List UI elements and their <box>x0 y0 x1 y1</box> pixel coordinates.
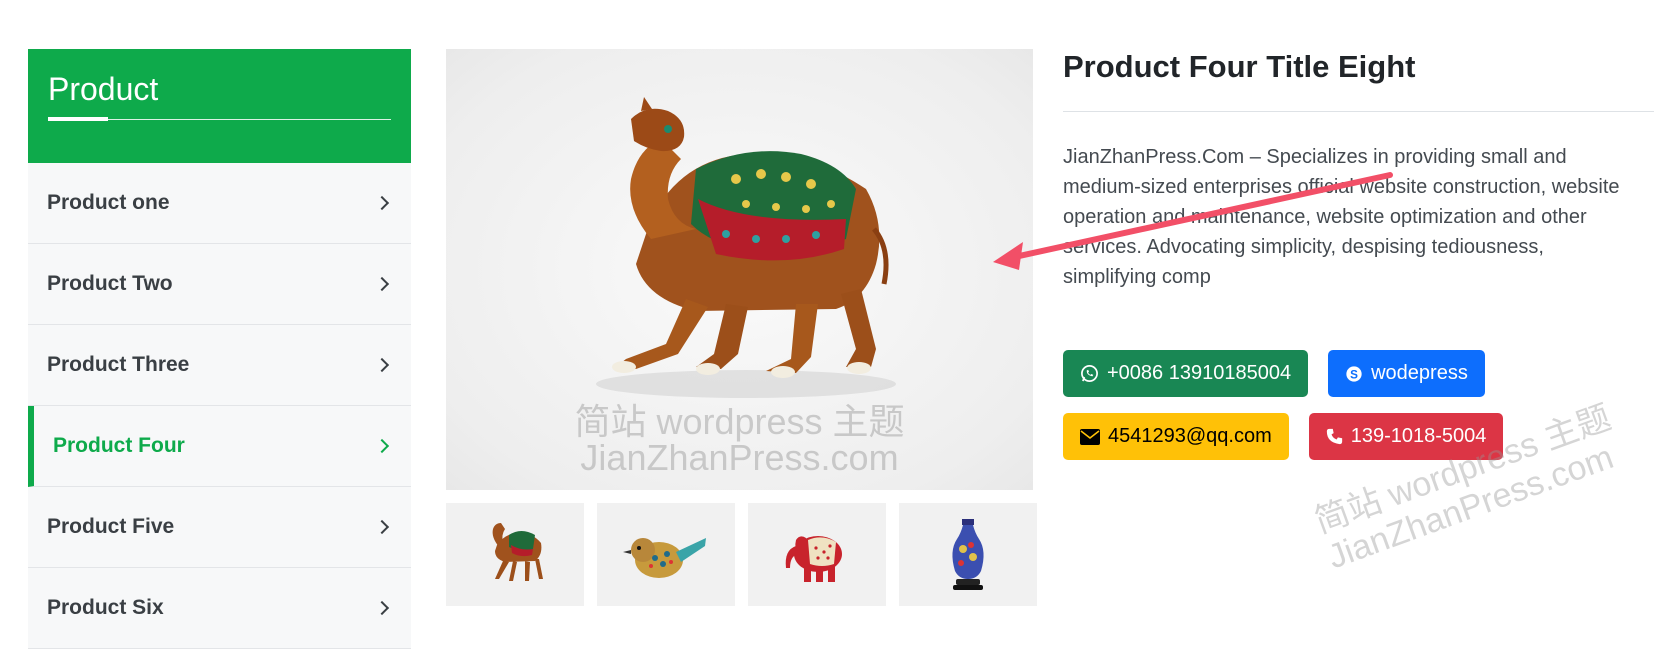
bird-thumbnail-icon <box>623 537 706 578</box>
sidebar-item-label: Product Three <box>47 353 190 376</box>
thumbnail-strip <box>446 503 1037 606</box>
sidebar-item-label: Product one <box>47 191 170 214</box>
product-main-image[interactable]: 简站 wordpress 主题 JianZhanPress.com <box>446 49 1033 490</box>
sidebar-item-product-four[interactable]: Product Four <box>28 406 411 487</box>
whatsapp-number: +0086 13910185004 <box>1107 362 1292 384</box>
sidebar-item-label: Product Five <box>47 515 175 538</box>
email-address: 4541293@qq.com <box>1108 425 1272 447</box>
thumbnail-elephant[interactable] <box>748 503 886 606</box>
image-watermark-line2: JianZhanPress.com <box>580 437 899 478</box>
thumbnail-bird[interactable] <box>597 503 735 606</box>
sidebar-item-label: Product Two <box>47 272 173 295</box>
email-button[interactable]: 4541293@qq.com <box>1063 413 1289 460</box>
sidebar-item-product-five[interactable]: Product Five <box>28 487 411 568</box>
sidebar-item-label: Product Six <box>47 596 164 619</box>
image-watermark: 简站 wordpress 主题 JianZhanPress.com <box>446 404 1033 476</box>
vase-thumbnail-icon <box>952 518 984 590</box>
thumbnail-vase[interactable] <box>899 503 1037 606</box>
product-sidebar: Product Product one Product Two Product … <box>28 49 411 649</box>
skype-handle: wodepress <box>1371 362 1468 384</box>
title-divider <box>1063 111 1654 112</box>
elephant-thumbnail-icon <box>785 535 842 582</box>
contact-row-1: +0086 13910185004 S wodepress <box>1063 350 1654 397</box>
product-description: JianZhanPress.Com – Specializes in provi… <box>1063 146 1620 288</box>
chevron-right-icon <box>374 519 390 535</box>
sidebar-title: Product <box>48 71 159 107</box>
product-title: Product Four Title Eight <box>1063 49 1416 84</box>
whatsapp-icon <box>1081 365 1098 382</box>
sidebar-item-product-one[interactable]: Product one <box>28 163 411 244</box>
sidebar-title-underline-accent <box>48 117 108 121</box>
product-info: Product Four Title Eight JianZhanPress.C… <box>1063 45 1654 460</box>
skype-icon: S <box>1346 365 1362 382</box>
chevron-right-icon <box>374 438 390 454</box>
camel-thumbnail-icon <box>492 523 543 581</box>
phone-number: 139-1018-5004 <box>1350 425 1487 447</box>
sidebar-item-label: Product Four <box>53 434 185 457</box>
skype-button[interactable]: S wodepress <box>1328 350 1485 397</box>
sidebar-item-product-three[interactable]: Product Three <box>28 325 411 406</box>
whatsapp-button[interactable]: +0086 13910185004 <box>1063 350 1309 397</box>
image-watermark-line1: 简站 wordpress 主题 <box>574 401 905 442</box>
chevron-right-icon <box>374 195 390 211</box>
phone-icon <box>1326 428 1342 445</box>
chevron-right-icon <box>374 357 390 373</box>
sidebar-category-list: Product one Product Two Product Three Pr… <box>28 163 411 649</box>
sidebar-item-product-two[interactable]: Product Two <box>28 244 411 325</box>
envelope-icon <box>1080 428 1100 445</box>
chevron-right-icon <box>374 276 390 292</box>
chevron-right-icon <box>374 600 390 616</box>
svg-text:S: S <box>1350 368 1358 381</box>
sidebar-item-product-six[interactable]: Product Six <box>28 568 411 649</box>
sidebar-header: Product <box>28 49 411 163</box>
thumbnail-camel[interactable] <box>446 503 584 606</box>
